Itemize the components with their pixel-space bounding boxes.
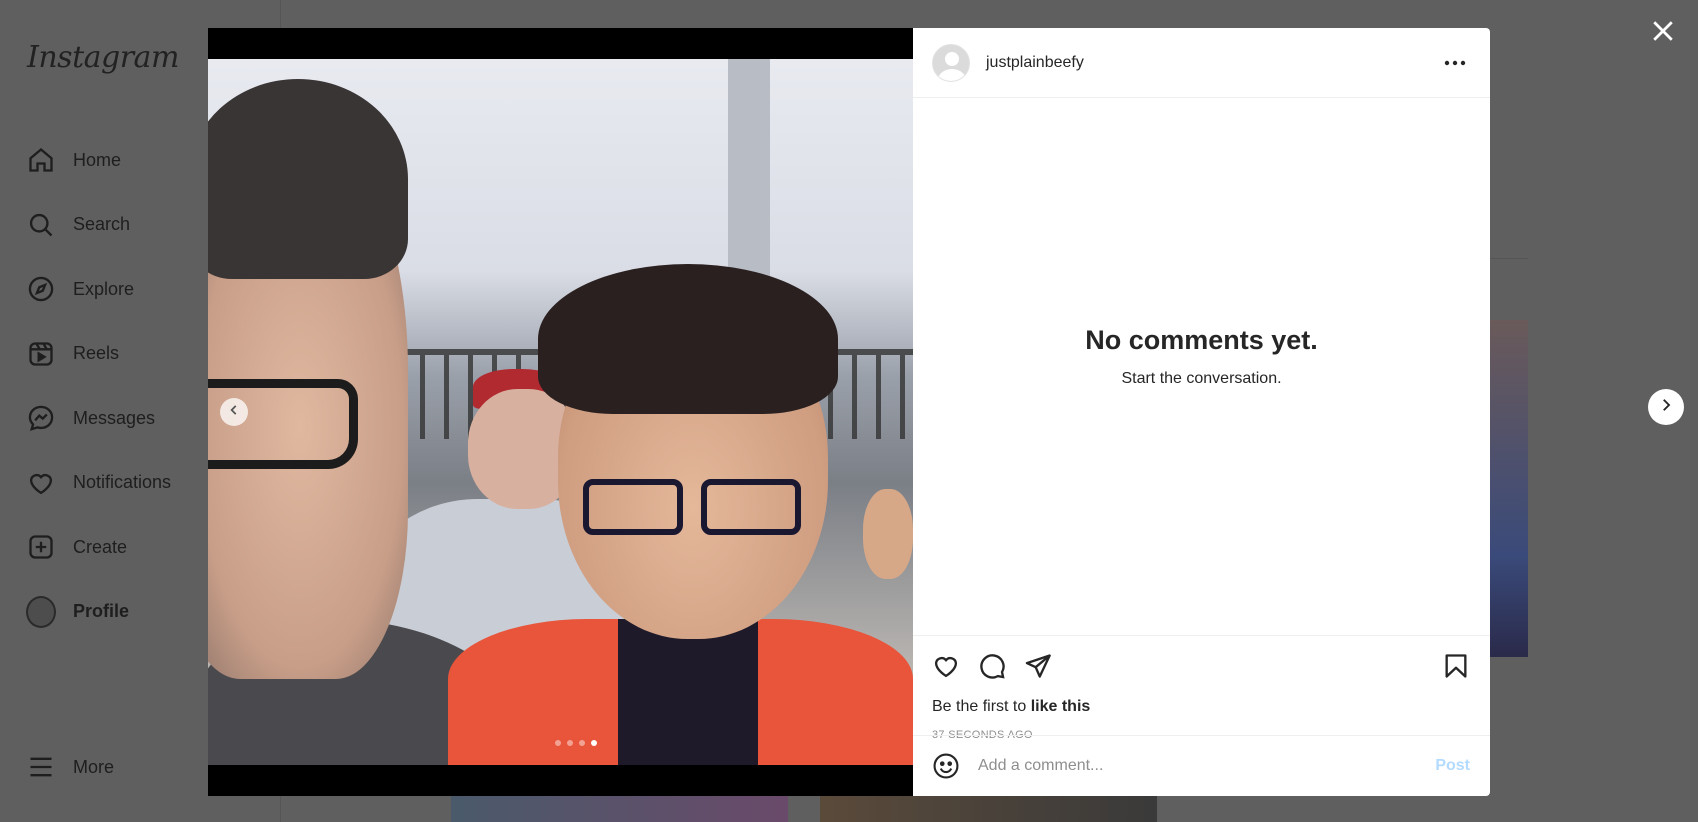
sidebar-item-label: Explore — [73, 278, 135, 299]
sidebar-item-messages[interactable]: Messages — [26, 386, 171, 451]
add-comment-bar: Post — [913, 735, 1490, 796]
sidebar-item-notifications[interactable]: Notifications — [26, 451, 171, 516]
carousel-dot-active — [590, 740, 597, 746]
home-icon — [26, 145, 56, 175]
sidebar-item-label: Messages — [73, 407, 156, 428]
carousel-dot — [566, 740, 573, 746]
profile-avatar — [26, 595, 56, 628]
carousel-prev-button[interactable] — [220, 398, 248, 426]
sidebar-item-label: Home — [73, 149, 122, 170]
post-photo — [208, 59, 913, 765]
carousel-dot — [578, 740, 585, 746]
comment-input[interactable] — [978, 757, 1436, 775]
like-heart-icon[interactable] — [932, 652, 960, 680]
user-avatar[interactable] — [932, 43, 970, 82]
close-icon[interactable] — [1648, 16, 1678, 46]
sidebar-item-home[interactable]: Home — [26, 128, 171, 193]
sidebar-item-search[interactable]: Search — [26, 193, 171, 258]
more-options-icon[interactable] — [1440, 51, 1470, 75]
sidebar-nav: Home Search Explore Reels Messages Notif… — [26, 128, 171, 644]
sidebar-item-label: Profile — [73, 601, 130, 622]
chevron-left-icon — [227, 403, 241, 422]
post-details-panel: justplainbeefy No comments yet. Start th… — [913, 28, 1490, 796]
sidebar-item-label: Reels — [73, 343, 120, 364]
comments-section: No comments yet. Start the conversation. — [913, 98, 1490, 635]
plus-square-icon — [26, 532, 56, 562]
search-icon — [26, 210, 56, 240]
chevron-right-icon — [1657, 396, 1675, 419]
heart-icon — [26, 468, 56, 498]
next-post-button[interactable] — [1648, 389, 1684, 425]
no-comments-title: No comments yet. — [1085, 325, 1318, 355]
sidebar-item-label: Search — [73, 214, 131, 235]
background-grid-thumbnail — [1490, 320, 1528, 657]
post-username[interactable]: justplainbeefy — [986, 54, 1440, 72]
reels-icon — [26, 339, 56, 369]
sidebar-item-reels[interactable]: Reels — [26, 322, 171, 387]
share-icon[interactable] — [1024, 652, 1052, 680]
carousel-dot — [554, 740, 561, 746]
compass-icon — [26, 274, 56, 304]
sidebar-item-create[interactable]: Create — [26, 515, 171, 580]
emoji-icon[interactable] — [932, 752, 960, 780]
post-comment-button[interactable]: Post — [1435, 757, 1470, 775]
sidebar-item-explore[interactable]: Explore — [26, 257, 171, 322]
sidebar-item-label: More — [73, 756, 115, 777]
post-header: justplainbeefy — [913, 28, 1490, 98]
like-this-link[interactable]: like this — [1031, 698, 1091, 715]
post-media — [208, 28, 913, 796]
background-grid-thumbnail — [820, 796, 1157, 822]
messenger-icon — [26, 403, 56, 433]
likes-prefix: Be the first to — [932, 698, 1031, 715]
sidebar-item-label: Create — [73, 536, 128, 557]
instagram-logo[interactable]: Instagram — [27, 40, 179, 75]
background-grid-thumbnail — [451, 796, 788, 822]
likes-text: Be the first to like this — [932, 698, 1470, 716]
carousel-indicator — [208, 740, 913, 746]
comment-icon[interactable] — [978, 652, 1006, 680]
bookmark-icon[interactable] — [1442, 652, 1470, 680]
no-comments-subtitle: Start the conversation. — [1121, 370, 1282, 387]
sidebar-item-label: Notifications — [73, 472, 172, 493]
sidebar-item-more[interactable]: More — [26, 752, 114, 782]
sidebar-item-profile[interactable]: Profile — [26, 580, 171, 645]
hamburger-icon — [26, 752, 56, 782]
